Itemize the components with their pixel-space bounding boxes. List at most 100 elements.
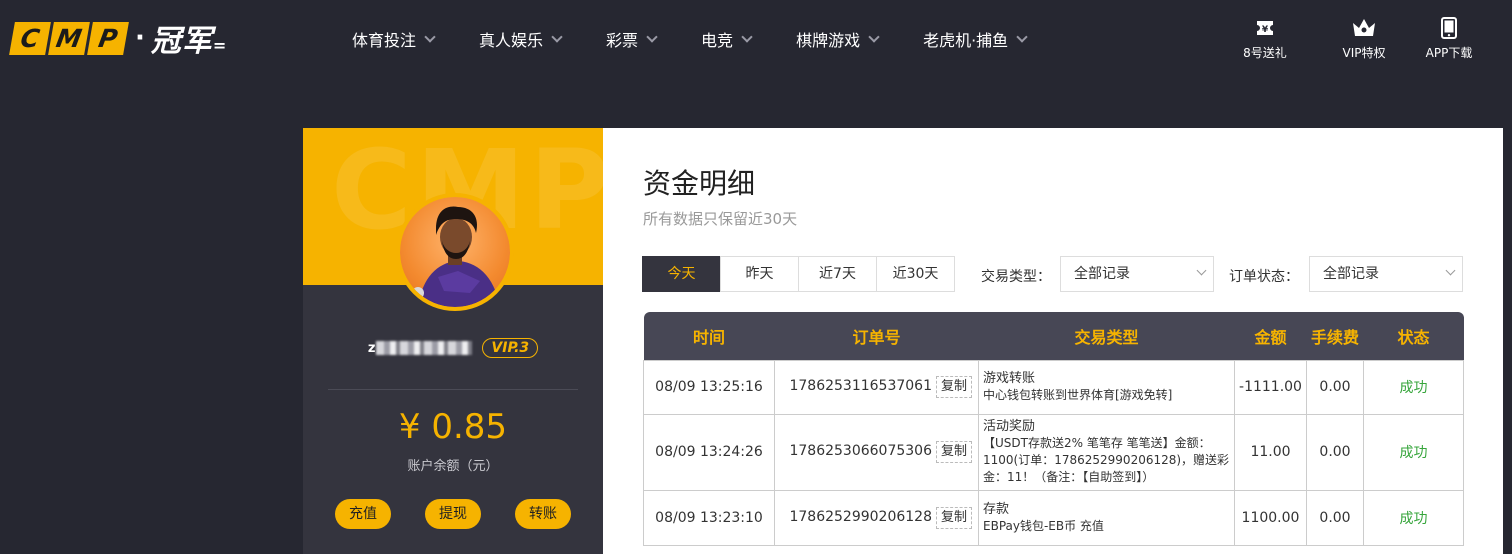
transactions-table: 时间 订单号 交易类型 金额 手续费 状态 08/09 13:25:16 178… (643, 312, 1464, 546)
chevron-down-icon (424, 30, 436, 43)
cell-fee: 0.00 (1306, 359, 1364, 415)
tx-type-value: 全部记录 (1074, 266, 1130, 282)
chevron-down-icon (741, 30, 753, 43)
copy-button[interactable]: 复制 (935, 506, 972, 529)
tab-today[interactable]: 今天 (642, 256, 721, 292)
nav-item-sports[interactable]: 体育投注 (352, 27, 436, 51)
page-subtitle: 所有数据只保留近30天 (643, 210, 798, 228)
brand-logo[interactable]: C M P · 冠军= (9, 21, 227, 59)
deposit-button[interactable]: 充值 (335, 499, 391, 529)
nav-item-label: 彩票 (606, 31, 639, 50)
col-header-fee[interactable]: 手续费 (1307, 312, 1364, 360)
order-status-select[interactable]: 全部记录 (1309, 256, 1463, 292)
balance-label: 账户余额（元） (407, 459, 499, 474)
chevron-down-icon (551, 30, 563, 43)
crown-icon (1329, 16, 1399, 40)
cell-amount: 11.00 (1234, 413, 1307, 491)
tool-gift[interactable]: ¥ 8号送礼 (1230, 16, 1300, 61)
table-row: 08/09 13:24:26 1786253066075306 复制 活动奖励【U… (643, 413, 1464, 491)
col-header-amount[interactable]: 金额 (1235, 312, 1307, 360)
balance-value: ¥ 0.85 (398, 407, 508, 447)
funds-detail-panel: 资金明细 所有数据只保留近30天 今天 昨天 近7天 近30天 交易类型： 全部… (603, 128, 1503, 554)
top-header: C M P · 冠军= 体育投注 真人娱乐 彩票 电竞 棋牌游戏 老虎机·捕鱼 … (0, 0, 1512, 78)
order-status-value: 全部记录 (1323, 266, 1379, 282)
type-detail: 【USDT存款送2% 笔笔存 笔笔送】金额：1100(订单：1786252990… (983, 436, 1230, 484)
cell-fee: 0.00 (1306, 489, 1364, 546)
type-main: 游戏转账 (983, 371, 1036, 386)
chevron-down-icon (868, 30, 880, 43)
gift-ticket-icon: ¥ (1230, 16, 1300, 40)
cell-time: 08/09 13:24:26 (643, 413, 775, 491)
tab-last-30-days[interactable]: 近30天 (876, 256, 955, 292)
logo-dot: · (135, 23, 145, 53)
logo-tail: = (212, 36, 228, 55)
col-header-type[interactable]: 交易类型 (979, 312, 1235, 360)
cell-time: 08/09 13:25:16 (643, 359, 775, 415)
nav-item-label: 老虎机·捕鱼 (923, 31, 1009, 50)
withdraw-button[interactable]: 提现 (425, 499, 481, 529)
cell-fee: 0.00 (1306, 413, 1364, 491)
tool-vip[interactable]: VIP特权 (1329, 16, 1399, 61)
page-title: 资金明细 (643, 167, 756, 200)
order-number: 1786253116537061 (789, 378, 932, 394)
vip-badge: VIP.3 (482, 338, 539, 358)
tab-last-7-days[interactable]: 近7天 (798, 256, 877, 292)
nav-item-card-games[interactable]: 棋牌游戏 (796, 27, 880, 51)
user-card: CMP z VIP.3 ¥ 0.85 账户余额（元） 充值 提现 转账 (303, 128, 603, 554)
divider (328, 389, 578, 390)
cell-type: 活动奖励【USDT存款送2% 笔笔存 笔笔送】金额：1100(订单：178625… (978, 413, 1235, 491)
order-number: 1786253066075306 (789, 443, 932, 459)
cell-amount: -1111.00 (1234, 359, 1307, 415)
copy-button[interactable]: 复制 (935, 441, 972, 463)
avatar-image (400, 197, 510, 307)
cell-order: 1786252990206128 复制 (774, 489, 979, 546)
cell-status: 成功 (1363, 413, 1464, 491)
tab-yesterday[interactable]: 昨天 (720, 256, 799, 292)
table-row: 08/09 13:23:10 1786252990206128 复制 存款 EBPa… (643, 489, 1464, 546)
nav-item-label: 电竞 (701, 31, 734, 50)
table-header-row: 时间 订单号 交易类型 金额 手续费 状态 (643, 312, 1464, 360)
cell-time: 08/09 13:23:10 (643, 489, 775, 546)
order-number: 1786252990206128 (789, 508, 932, 525)
type-detail: 中心钱包转账到世界体育[游戏免转] (983, 388, 1173, 402)
tool-label: APP下载 (1425, 46, 1473, 60)
cell-type: 存款 EBPay钱包-EB币 充值 (978, 489, 1235, 546)
logo-letter: P (87, 21, 129, 55)
table-row: 08/09 13:25:16 1786253116537061 复制 游戏转账中心… (643, 359, 1464, 415)
col-header-status[interactable]: 状态 (1364, 312, 1464, 360)
chevron-down-icon (1445, 265, 1456, 276)
svg-text:¥: ¥ (1262, 25, 1269, 35)
logo-letter: M (48, 21, 90, 55)
avatar[interactable] (396, 193, 514, 311)
transfer-button[interactable]: 转账 (515, 499, 571, 529)
cell-order: 1786253116537061 复制 (774, 359, 979, 415)
nav-item-label: 体育投注 (352, 31, 417, 50)
type-main: 存款 (983, 501, 1010, 517)
col-header-order[interactable]: 订单号 (775, 312, 979, 360)
nav-item-slots-fishing[interactable]: 老虎机·捕鱼 (923, 27, 1028, 51)
user-row: z VIP.3 (303, 338, 603, 358)
chevron-down-icon (1196, 265, 1207, 276)
tx-type-select[interactable]: 全部记录 (1060, 256, 1214, 292)
chevron-down-icon (646, 30, 658, 43)
nav-item-live-casino[interactable]: 真人娱乐 (479, 27, 563, 51)
nav-item-lottery[interactable]: 彩票 (606, 27, 658, 51)
copy-button[interactable]: 复制 (935, 376, 972, 398)
main-nav: 体育投注 真人娱乐 彩票 电竞 棋牌游戏 老虎机·捕鱼 (352, 0, 1028, 78)
cell-status: 成功 (1363, 359, 1464, 415)
order-status-label: 订单状态： (1229, 269, 1299, 285)
chevron-down-icon (1016, 30, 1028, 43)
col-header-time[interactable]: 时间 (644, 312, 775, 360)
logo-cn-text: 冠军= (150, 24, 228, 59)
nav-item-esports[interactable]: 电竞 (701, 27, 753, 51)
tool-app-download[interactable]: APP下载 (1414, 16, 1484, 61)
logo-letter: C (9, 21, 51, 55)
username-blur (376, 341, 473, 355)
tx-type-label: 交易类型： (981, 269, 1051, 285)
username: z (368, 341, 473, 356)
nav-item-label: 棋牌游戏 (796, 31, 861, 50)
cell-type: 游戏转账中心钱包转账到世界体育[游戏免转] (978, 359, 1235, 415)
cell-amount: 1100.00 (1234, 489, 1307, 546)
logo-letters: C M P (9, 21, 129, 55)
type-main: 活动奖励 (983, 419, 1036, 434)
